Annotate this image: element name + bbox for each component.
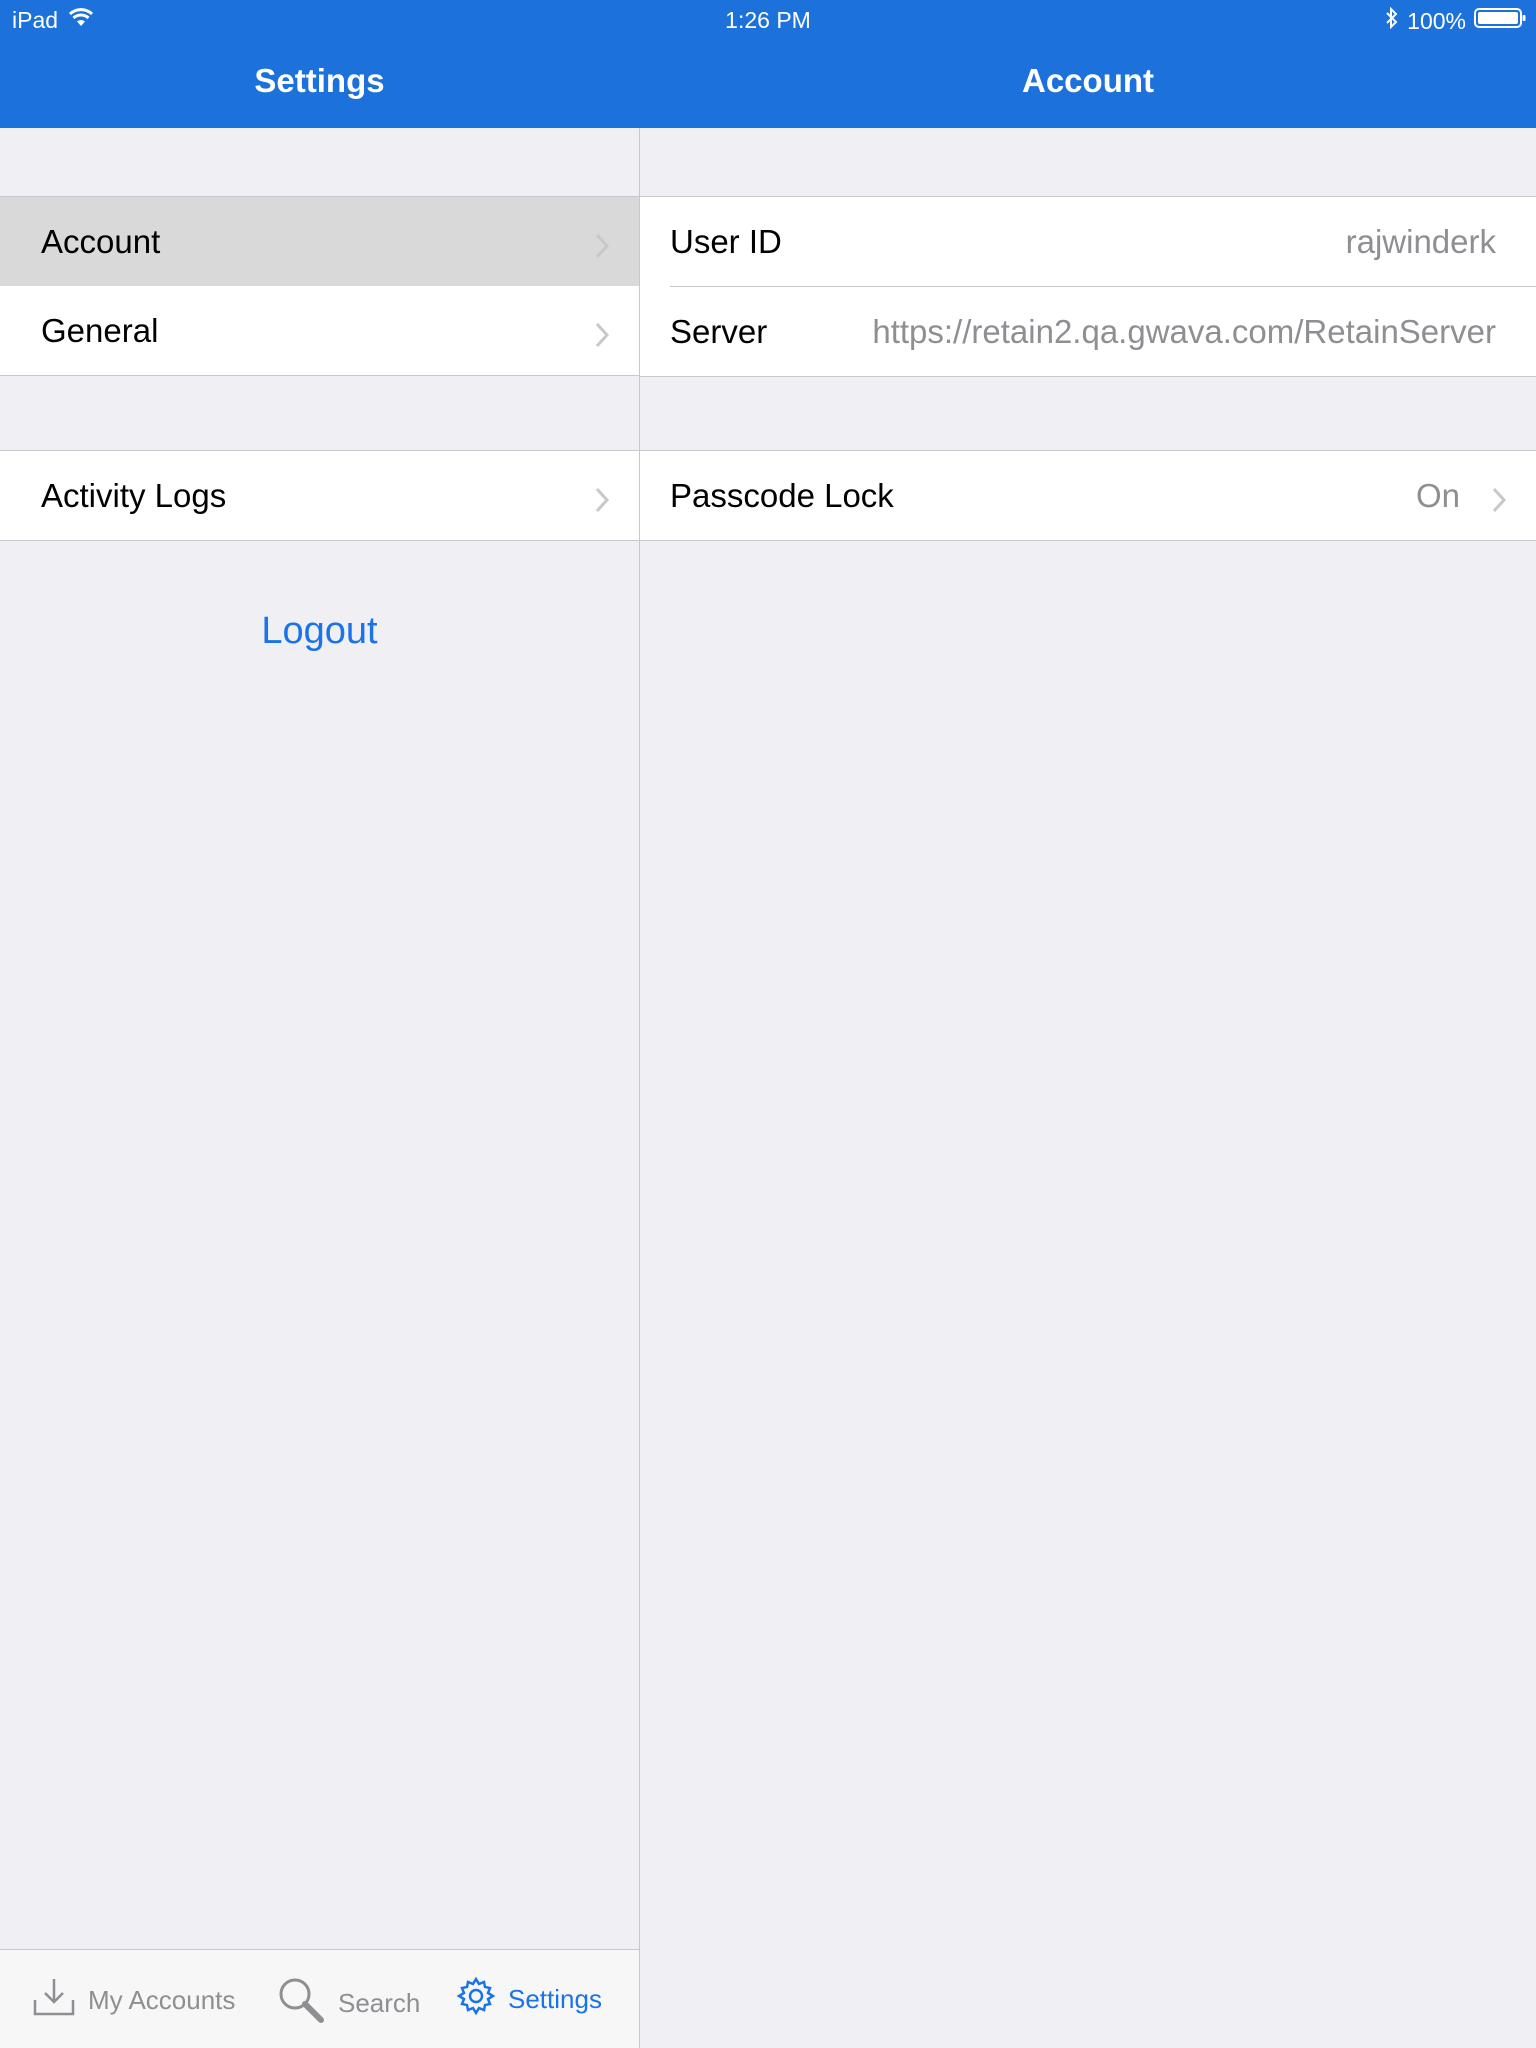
tab-label: My Accounts [88, 1985, 236, 2015]
logout-button[interactable]: Logout [0, 610, 639, 653]
tab-label: Settings [508, 1984, 602, 2014]
settings-group-1: Account General [0, 196, 639, 376]
account-info-group: User ID rajwinderk Server https://retain… [640, 196, 1536, 377]
chevron-right-icon [595, 229, 610, 267]
gear-icon [456, 1976, 496, 2023]
settings-item-label: General [41, 311, 159, 349]
battery-percent: 100% [1407, 7, 1466, 34]
user-id-row: User ID rajwinderk [640, 197, 1536, 286]
navigation-bar: Settings Account [0, 40, 1536, 128]
download-tray-icon [32, 1976, 76, 2025]
tab-bar: My Accounts Search Settings [0, 1949, 639, 2048]
status-bar: iPad 1:26 PM 100% [0, 0, 1536, 40]
settings-item-account[interactable]: Account [0, 197, 639, 286]
settings-master-pane: Account General Activity Logs Logout My … [0, 128, 640, 2048]
passcode-lock-label: Passcode Lock [670, 476, 894, 514]
settings-item-label: Activity Logs [41, 476, 227, 514]
settings-item-activity-logs[interactable]: Activity Logs [0, 451, 639, 540]
tab-settings[interactable]: Settings [456, 1976, 602, 2023]
user-id-label: User ID [670, 222, 782, 260]
server-row: Server https://retain2.qa.gwava.com/Reta… [640, 287, 1536, 376]
settings-item-general[interactable]: General [0, 286, 639, 375]
chevron-right-icon [595, 483, 610, 521]
user-id-value: rajwinderk [1345, 222, 1496, 260]
server-label: Server [670, 312, 768, 350]
detail-title: Account [1022, 62, 1154, 99]
passcode-lock-row[interactable]: Passcode Lock On [640, 451, 1536, 540]
settings-item-label: Account [41, 222, 161, 260]
chevron-right-icon [1492, 483, 1507, 521]
account-detail-pane: User ID rajwinderk Server https://retain… [640, 128, 1536, 2048]
tab-my-accounts[interactable]: My Accounts [32, 1976, 235, 2025]
bluetooth-icon [1385, 6, 1399, 35]
security-group: Passcode Lock On [640, 450, 1536, 541]
tab-label: Search [338, 1988, 421, 2018]
clock: 1:26 PM [725, 7, 811, 33]
server-value: https://retain2.qa.gwava.com/RetainServe… [872, 312, 1496, 350]
chevron-right-icon [595, 318, 610, 356]
master-title: Settings [254, 62, 385, 99]
settings-group-2: Activity Logs [0, 450, 639, 541]
battery-icon [1474, 7, 1526, 35]
passcode-lock-value: On [1415, 476, 1460, 514]
magnifier-icon [276, 1976, 326, 2031]
tab-search[interactable]: Search [276, 1976, 420, 2031]
